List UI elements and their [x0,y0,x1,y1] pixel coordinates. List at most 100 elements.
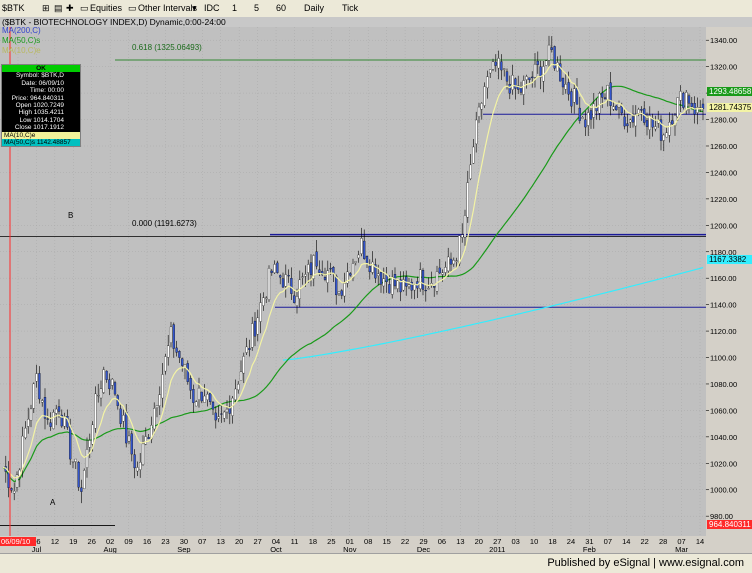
dw-open: Open 1020.7249 [15,102,64,110]
data-window[interactable]: OK Symbol: $BTK,D Date: 06/09/10 Time: 0… [1,64,81,148]
interval-tick[interactable]: Tick [342,2,358,15]
interval-60[interactable]: 60 [276,2,286,15]
candle-body [295,296,299,306]
candle-body [94,393,97,429]
candle-body [169,326,173,343]
candle-body [195,401,198,407]
label-b: B [68,211,73,220]
crosshair-icon[interactable]: ✚ [66,2,74,15]
candle-body [175,347,178,353]
candle-body [522,80,525,95]
candle-body [472,146,475,164]
x-tick-label: 22 [401,537,409,546]
candle-body [172,324,175,349]
x-tick-label: 26 [88,537,96,546]
y-tick-label: 1080.00 [710,380,737,389]
candle-body [564,84,567,90]
candle-body [71,461,75,463]
candle-body [679,91,682,101]
candle-body [556,62,559,72]
candle-body [111,378,114,386]
symbol-field[interactable]: $BTK [2,2,25,15]
candle-body [153,408,156,430]
candle-body [309,262,313,275]
candle-body [461,234,464,238]
candle-body [640,109,643,111]
month-label: Feb [583,545,596,553]
candle-body [256,317,259,335]
layout-icon[interactable]: ▤ [54,2,63,15]
candle-body [623,116,626,127]
candle-body [214,412,217,421]
month-label: Dec [417,545,431,553]
equities-menu[interactable]: Equities [90,2,122,15]
x-tick-label: 18 [548,537,556,546]
y-tick-label: 1020.00 [710,459,737,468]
data-window-header[interactable]: OK [2,65,80,73]
candle-body [500,61,503,71]
link-icon[interactable]: ⊞ [42,2,50,15]
candle-body [441,272,444,275]
other-intervals-menu[interactable]: Other Intervals [138,2,197,15]
candle-body [77,462,80,488]
interval-idc[interactable]: IDC [204,2,220,15]
y-tick-label: 1240.00 [710,168,737,177]
candle-body [598,93,601,114]
x-tick-label: 13 [217,537,225,546]
candle-body [337,291,341,294]
candle-body [531,76,534,79]
candle-body [29,408,33,421]
chevron-down-icon[interactable]: ▾ [192,2,197,15]
legend-ma10: MA(10,C)e [2,46,41,55]
candle-body [391,276,394,295]
candle-body [668,122,671,136]
x-tick-label: 22 [641,537,649,546]
candle-body [421,270,425,290]
candle-body [388,284,391,294]
candle-body [486,76,489,89]
y-tick-label: 1160.00 [710,274,737,283]
candle-body [52,412,55,429]
candle-body [32,383,35,409]
candle-body [197,387,201,400]
candle-body [687,95,691,104]
candle-body [536,60,539,65]
candle-body [304,274,307,277]
interval-daily[interactable]: Daily [304,2,324,15]
candle-body [491,61,495,70]
candle-body [371,261,374,273]
candle-body [449,258,453,265]
last-price-text: 1293.48658 [709,87,752,96]
candle-body [239,371,243,381]
month-label: Jul [32,545,42,553]
candle-body [458,235,461,264]
x-tick-label: 13 [456,537,464,546]
candle-body [105,370,108,380]
month-label: 2011 [489,545,505,553]
candle-body [584,119,587,128]
price-chart[interactable]: ($BTK - BIOTECHNOLOGY INDEX,D) Dynamic,0… [0,17,752,553]
candle-body [49,422,52,427]
candle-body [581,117,584,119]
footer: Published by eSignal | www.esignal.com [0,553,752,573]
candle-body [287,275,290,277]
candle-body [382,278,385,287]
candle-body [181,358,184,366]
candle-body [161,374,164,399]
label-a: A [50,498,56,507]
candle-body [200,391,203,402]
candle-body [483,86,486,106]
month-label: Mar [675,545,688,553]
candle-body [74,458,77,462]
candle-body [323,277,327,280]
cursor-date-text: 06/09/10 [1,537,30,546]
x-tick-label: 10 [530,537,538,546]
candle-body [35,373,38,382]
interval-5[interactable]: 5 [254,2,259,15]
interval-1[interactable]: 1 [232,2,237,15]
candle-body [136,467,139,472]
x-tick-label: 07 [198,537,206,546]
candle-body [435,271,439,292]
candle-body [503,68,506,70]
x-tick-label: 06 [438,537,446,546]
